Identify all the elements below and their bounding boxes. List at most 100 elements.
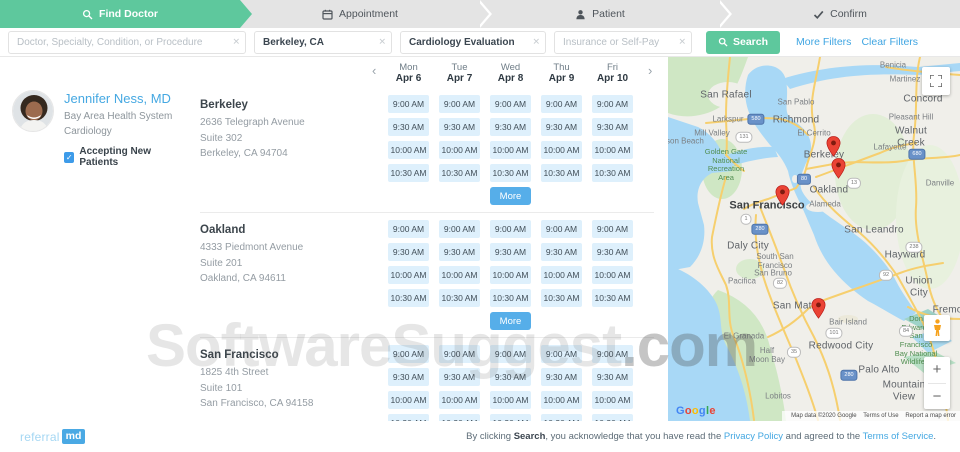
time-slot-button[interactable]: 10:30 AM xyxy=(388,164,429,182)
time-slot-button[interactable]: 10:00 AM xyxy=(490,141,531,159)
time-slot-button[interactable]: 9:00 AM xyxy=(439,220,480,238)
time-slot-button[interactable]: 10:00 AM xyxy=(592,141,633,159)
time-slot-button[interactable]: 9:30 AM xyxy=(490,243,531,261)
time-slot-button[interactable]: 10:00 AM xyxy=(541,266,582,284)
terms-of-service-link[interactable]: Terms of Service xyxy=(863,431,934,442)
search-button[interactable]: Search xyxy=(706,31,780,54)
zoom-out-button[interactable]: − xyxy=(924,384,950,410)
time-slot-button[interactable]: 9:00 AM xyxy=(439,95,480,113)
time-slot-button[interactable]: 10:30 AM xyxy=(592,164,633,182)
terms-of-use-link[interactable]: Terms of Use xyxy=(863,413,898,419)
time-slot-button[interactable]: 10:30 AM xyxy=(541,289,582,307)
time-slot-button[interactable]: 10:00 AM xyxy=(541,141,582,159)
insurance-input[interactable] xyxy=(554,31,692,54)
time-slot-button[interactable]: 9:30 AM xyxy=(439,243,480,261)
time-slot-button[interactable]: 9:00 AM xyxy=(541,345,582,363)
time-slot-button[interactable]: 10:00 AM xyxy=(592,266,633,284)
clear-filters-link[interactable]: Clear Filters xyxy=(861,36,918,48)
procedure-input[interactable] xyxy=(400,31,546,54)
map-pin-icon[interactable] xyxy=(811,298,826,319)
prev-week-button[interactable]: ‹ xyxy=(372,64,376,77)
time-slot-button[interactable]: 10:00 AM xyxy=(388,141,429,159)
time-slot-button[interactable]: 9:30 AM xyxy=(490,368,531,386)
time-slot-button[interactable]: 10:00 AM xyxy=(439,266,480,284)
time-slot-button[interactable]: 10:00 AM xyxy=(490,266,531,284)
time-slot-button[interactable]: 9:30 AM xyxy=(388,118,429,136)
map-pin-icon[interactable] xyxy=(775,185,790,206)
time-slot-button[interactable]: 9:30 AM xyxy=(388,243,429,261)
time-slot-button[interactable]: 10:30 AM xyxy=(490,164,531,182)
more-times-button[interactable]: More xyxy=(490,187,531,205)
time-slot-button[interactable]: 9:00 AM xyxy=(541,220,582,238)
time-slot-button[interactable]: 10:00 AM xyxy=(490,391,531,409)
time-slot-button[interactable]: 9:00 AM xyxy=(490,345,531,363)
time-slot-button[interactable]: 10:00 AM xyxy=(592,391,633,409)
clear-icon[interactable]: ✕ xyxy=(232,38,240,47)
time-slot-button[interactable]: 9:30 AM xyxy=(388,368,429,386)
time-slot-button[interactable]: 9:00 AM xyxy=(439,345,480,363)
privacy-policy-link[interactable]: Privacy Policy xyxy=(724,431,783,442)
specialty-input[interactable] xyxy=(8,31,246,54)
step-confirm[interactable]: Confirm xyxy=(720,0,960,28)
step-appointment[interactable]: Appointment xyxy=(240,0,480,28)
map-pin-icon[interactable] xyxy=(831,158,846,179)
time-slot-button[interactable]: 9:00 AM xyxy=(388,95,429,113)
clear-icon[interactable]: ✕ xyxy=(678,38,686,47)
time-slot-button[interactable]: 10:30 AM xyxy=(439,164,480,182)
time-slot-button[interactable]: 9:00 AM xyxy=(592,345,633,363)
time-slot-button[interactable]: 9:30 AM xyxy=(541,243,582,261)
zoom-in-button[interactable]: + xyxy=(924,357,950,383)
time-slot-button[interactable]: 9:30 AM xyxy=(592,243,633,261)
time-slot-button[interactable]: 10:30 AM xyxy=(592,414,633,421)
time-slot-button[interactable]: 9:30 AM xyxy=(541,118,582,136)
time-slot-button[interactable]: 10:00 AM xyxy=(439,141,480,159)
time-slot-button[interactable]: 9:30 AM xyxy=(490,118,531,136)
time-slot-button[interactable]: 10:00 AM xyxy=(439,391,480,409)
map-label: San Rafael xyxy=(700,89,751,101)
fullscreen-button[interactable] xyxy=(922,67,950,95)
time-slot-button[interactable]: 10:30 AM xyxy=(541,164,582,182)
time-slot-button[interactable]: 9:30 AM xyxy=(541,368,582,386)
next-week-button[interactable]: › xyxy=(648,64,652,77)
report-map-error-link[interactable]: Report a map error xyxy=(905,413,956,419)
map-panel[interactable]: BeniciaMartinezSan RafaelSan PabloConcor… xyxy=(668,57,960,421)
time-slot-button[interactable]: 9:30 AM xyxy=(439,368,480,386)
time-slot-button[interactable]: 10:30 AM xyxy=(439,414,480,421)
time-slot-button[interactable]: 9:00 AM xyxy=(490,220,531,238)
time-slot-button[interactable]: 10:30 AM xyxy=(388,414,429,421)
location-input[interactable] xyxy=(254,31,392,54)
time-slot-button[interactable]: 10:30 AM xyxy=(541,414,582,421)
more-times-button[interactable]: More xyxy=(490,312,531,330)
doctor-name[interactable]: Jennifer Ness, MD xyxy=(64,91,186,106)
accepting-new-patients-checkbox[interactable]: ✓ xyxy=(64,152,74,163)
time-slot-button[interactable]: 9:00 AM xyxy=(490,95,531,113)
clear-icon[interactable]: ✕ xyxy=(532,38,540,47)
step-patient[interactable]: Patient xyxy=(480,0,720,28)
time-slot-button[interactable]: 10:30 AM xyxy=(439,289,480,307)
clear-icon[interactable]: ✕ xyxy=(378,38,386,47)
google-logo[interactable]: Google xyxy=(676,405,716,417)
time-slot-button[interactable]: 9:30 AM xyxy=(592,118,633,136)
step-find-doctor[interactable]: Find Doctor xyxy=(0,0,240,28)
time-slot-button[interactable]: 9:30 AM xyxy=(592,368,633,386)
time-slot-button[interactable]: 9:30 AM xyxy=(439,118,480,136)
time-slot-button[interactable]: 9:00 AM xyxy=(592,220,633,238)
map-label: Lafayette xyxy=(874,142,907,151)
time-slot-button[interactable]: 9:00 AM xyxy=(388,220,429,238)
time-slot-button[interactable]: 10:30 AM xyxy=(388,289,429,307)
time-slot-button[interactable]: 10:30 AM xyxy=(490,289,531,307)
referralmd-logo[interactable]: referral md xyxy=(20,429,85,444)
time-slot-button[interactable]: 9:00 AM xyxy=(388,345,429,363)
time-slot-button[interactable]: 10:30 AM xyxy=(592,289,633,307)
street-view-pegman-button[interactable] xyxy=(924,315,950,341)
day-of-week: Wed xyxy=(490,62,531,73)
time-slot-button[interactable]: 9:00 AM xyxy=(592,95,633,113)
more-filters-link[interactable]: More Filters xyxy=(796,36,851,48)
time-slot-button[interactable]: 10:00 AM xyxy=(541,391,582,409)
time-slot-button[interactable]: 9:00 AM xyxy=(541,95,582,113)
time-slot-button[interactable]: 10:00 AM xyxy=(388,266,429,284)
more-row: More xyxy=(388,312,633,330)
time-slot-button[interactable]: 10:00 AM xyxy=(388,391,429,409)
time-slot-button[interactable]: 10:30 AM xyxy=(490,414,531,421)
map-pin-icon[interactable] xyxy=(826,136,841,157)
